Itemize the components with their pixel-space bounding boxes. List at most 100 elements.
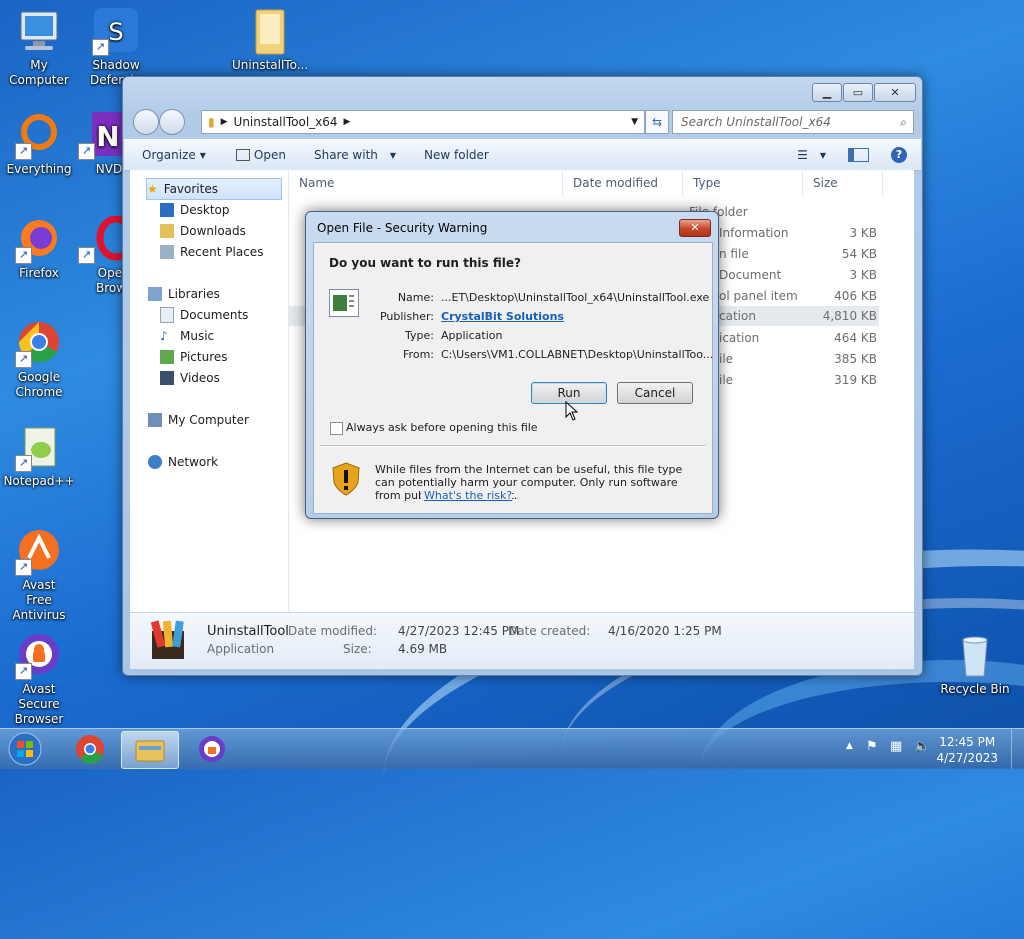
details-created-value: 4/16/2020 1:25 PM	[608, 624, 722, 638]
close-button[interactable]: ✕	[874, 83, 916, 102]
details-pane: UninstallTool Application Date modified:…	[130, 612, 914, 669]
name-label: Name:	[397, 291, 434, 304]
desktop-icon-avast-antivirus[interactable]: ↗ Avast Free Antivirus	[1, 528, 77, 623]
nav-music[interactable]: ♪ Music	[160, 326, 214, 346]
desktop-icon-firefox[interactable]: ↗ Firefox	[1, 216, 77, 281]
desktop-icon-opera[interactable]: ↗ Opera Browser	[78, 216, 124, 296]
svg-text:S: S	[108, 18, 123, 46]
chrome-icon: ↗	[15, 320, 63, 368]
publisher-link[interactable]: CrystalBit Solutions	[441, 310, 564, 323]
close-icon: ✕	[690, 221, 700, 234]
back-button[interactable]	[133, 109, 159, 135]
nav-desktop[interactable]: Desktop	[160, 200, 230, 220]
new-folder-button[interactable]: New folder	[424, 148, 489, 162]
maximize-button[interactable]: ▭	[843, 83, 873, 102]
help-button[interactable]: ?	[891, 147, 907, 163]
nav-favorites[interactable]: ★ Favorites	[146, 178, 282, 200]
always-ask-checkbox[interactable]	[330, 422, 343, 435]
details-size-value: 4.69 MB	[398, 642, 448, 656]
shortcut-arrow-icon: ↗	[15, 247, 32, 264]
open-button[interactable]: Open	[235, 148, 286, 162]
desktop-icon-my-computer[interactable]: My Computer	[1, 8, 77, 88]
shortcut-arrow-icon: ↗	[15, 663, 32, 680]
nav-recent-places[interactable]: Recent Places	[160, 242, 263, 262]
shortcut-arrow-icon: ↗	[78, 247, 95, 264]
desktop-icon-notepadpp[interactable]: ↗ Notepad++	[1, 424, 77, 489]
dialog-body: Do you want to run this file? Name: ...E…	[313, 242, 713, 514]
cancel-button[interactable]: Cancel	[617, 382, 693, 404]
breadcrumb-arrow-icon[interactable]: ▶	[344, 117, 351, 127]
desktop-icon-nvd[interactable]: N ↗ NVD	[78, 112, 124, 177]
opera-icon: ↗	[78, 216, 124, 264]
search-icon[interactable]: ⌕	[900, 115, 907, 130]
desktop-icon-avast-secure-browser[interactable]: ↗ Avast Secure Browser	[1, 632, 77, 727]
breadcrumb-current[interactable]: UninstallTool_x64	[234, 115, 338, 129]
action-center-icon[interactable]: ⚑	[866, 739, 878, 754]
from-label: From:	[403, 348, 434, 361]
avast-browser-icon	[199, 736, 225, 762]
minimize-button[interactable]: ▁	[812, 83, 842, 102]
preview-pane-icon	[848, 148, 869, 162]
whats-the-risk-link[interactable]: What's the risk?	[421, 489, 513, 502]
show-desktop-button[interactable]	[1011, 729, 1024, 769]
type-label: Type:	[405, 329, 434, 342]
computer-icon	[15, 8, 63, 56]
column-header-date[interactable]: Date modified	[563, 170, 683, 196]
type-value: Application	[441, 329, 503, 342]
nav-libraries[interactable]: Libraries	[148, 284, 220, 304]
taskbar-chrome[interactable]	[62, 731, 118, 767]
desktop-icon-everything[interactable]: ↗ Everything	[1, 112, 77, 177]
details-file-kind: Application	[207, 642, 275, 656]
nav-network[interactable]: Network	[148, 452, 218, 472]
forward-button[interactable]	[159, 109, 185, 135]
dialog-divider	[320, 445, 706, 447]
windows-orb-icon	[8, 732, 42, 766]
network-tray-icon[interactable]: ▦	[890, 739, 902, 754]
details-created-label: Date created:	[508, 624, 591, 638]
search-field[interactable]: Search UninstallTool_x64 ⌕	[672, 110, 914, 134]
music-icon: ♪	[160, 329, 168, 343]
system-clock[interactable]: 12:45 PM 4/27/2023	[936, 734, 998, 766]
chevron-down-icon: ▼	[819, 150, 826, 160]
clock-time: 12:45 PM	[939, 735, 996, 749]
nav-documents[interactable]: Documents	[160, 305, 248, 325]
address-field[interactable]: ▮ ▶ UninstallTool_x64 ▶ ▼	[201, 110, 645, 134]
column-header-type[interactable]: Type	[683, 170, 803, 196]
videos-icon	[160, 371, 174, 385]
details-modified-label: Date modified:	[288, 624, 378, 638]
dialog-title: Open File - Security Warning	[317, 221, 488, 235]
show-hidden-icons-icon[interactable]: ▲	[846, 741, 853, 751]
column-header-size[interactable]: Size	[803, 170, 883, 196]
volume-muted-icon[interactable]: 🔈	[914, 739, 930, 754]
preview-pane-button[interactable]	[848, 148, 869, 162]
dialog-close-button[interactable]: ✕	[679, 219, 711, 237]
address-dropdown-icon[interactable]: ▼	[631, 117, 638, 127]
taskbar-explorer[interactable]	[121, 731, 179, 769]
nav-downloads[interactable]: Downloads	[160, 221, 246, 241]
desktop-icon-google-chrome[interactable]: ↗ Google Chrome	[1, 320, 77, 400]
column-header-name[interactable]: Name	[289, 170, 563, 196]
organize-button[interactable]: Organize ▼	[142, 148, 206, 162]
nav-videos[interactable]: Videos	[160, 368, 220, 388]
name-value: ...ET\Desktop\UninstallTool_x64\Uninstal…	[441, 291, 710, 304]
share-with-button[interactable]: Share with ▼	[314, 148, 396, 162]
breadcrumb-separator-icon: ▶	[220, 117, 228, 127]
star-icon: ★	[147, 182, 158, 196]
desktop-icon-uninstalltool-folder[interactable]: UninstallTo...	[232, 8, 308, 73]
refresh-button[interactable]: ⇆	[645, 110, 669, 134]
start-button[interactable]	[0, 731, 50, 767]
nav-my-computer[interactable]: My Computer	[148, 410, 249, 430]
window-caption-buttons: ▁ ▭ ✕	[812, 83, 916, 102]
shortcut-arrow-icon: ↗	[15, 351, 32, 368]
publisher-label: Publisher:	[379, 310, 434, 323]
chrome-icon	[76, 735, 104, 764]
desktop-icon-recycle-bin[interactable]: Recycle Bin	[937, 632, 1013, 697]
shortcut-arrow-icon: ↗	[15, 143, 32, 160]
chevron-down-icon: ▼	[199, 150, 206, 160]
view-list-icon: ☰	[797, 148, 808, 162]
nav-pictures[interactable]: Pictures	[160, 347, 228, 367]
taskbar-avast-browser[interactable]	[184, 731, 240, 767]
close-icon: ✕	[890, 86, 900, 99]
views-button[interactable]: ☰ ▼	[797, 148, 826, 162]
avast-icon: ↗	[15, 528, 63, 576]
